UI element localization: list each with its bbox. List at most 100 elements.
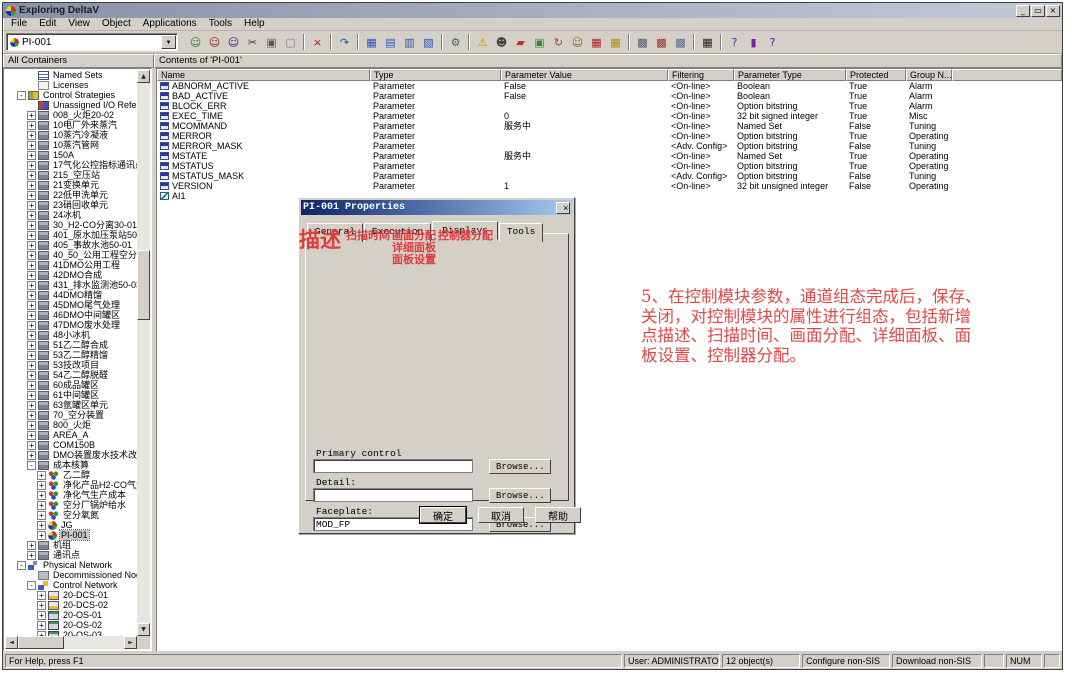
tree-item[interactable]: +53技改项目 — [5, 360, 137, 370]
expand-icon[interactable]: + — [27, 391, 36, 400]
menu-item-file[interactable]: File — [5, 18, 33, 30]
expand-icon[interactable]: + — [27, 201, 36, 210]
table-row[interactable]: AI1 — [157, 191, 1062, 201]
update-download-icon[interactable]: ⚙ — [446, 33, 465, 51]
tree-item[interactable]: +41DMO公用工程 — [5, 260, 137, 270]
expand-icon[interactable]: + — [27, 241, 36, 250]
table-row[interactable]: MCOMMANDParameter服务中<On-line>Named SetFa… — [157, 121, 1062, 131]
expand-icon[interactable]: + — [37, 471, 46, 480]
column-header-name[interactable]: Name — [157, 69, 370, 81]
table-row[interactable]: ABNORM_ACTIVEParameterFalse<On-line>Bool… — [157, 81, 1062, 91]
expand-icon[interactable]: + — [37, 621, 46, 630]
table-row[interactable]: MSTATUSParameter<On-line>Option bitstrin… — [157, 161, 1062, 171]
assign-icon[interactable]: ☺ — [224, 33, 243, 51]
details-view-icon[interactable]: ▧ — [419, 33, 438, 51]
table-row[interactable]: EXEC_TIMEParameter0<On-line>32 bit signe… — [157, 111, 1062, 121]
tree-item[interactable]: +净化产品H2-CO气生产 — [5, 480, 137, 490]
explorer-icon[interactable]: ☺ — [186, 33, 205, 51]
expand-icon[interactable]: + — [27, 451, 36, 460]
table-row[interactable]: VERSIONParameter1<On-line>32 bit unsigne… — [157, 181, 1062, 191]
expand-icon[interactable]: + — [27, 411, 36, 420]
expand-icon[interactable]: + — [37, 591, 46, 600]
ok-button[interactable]: 确定 — [420, 507, 466, 523]
tree-item[interactable]: +48小冰机 — [5, 330, 137, 340]
alarm-bell-icon[interactable]: ⚠ — [473, 33, 492, 51]
expand-icon[interactable]: + — [27, 321, 36, 330]
vertical-scroll-thumb[interactable] — [137, 250, 150, 320]
table-row[interactable]: BAD_ACTIVEParameterFalse<On-line>Boolean… — [157, 91, 1062, 101]
tree-item[interactable]: +23硝回收单元 — [5, 200, 137, 210]
tree-item[interactable]: +DMO装置废水技术改造 — [5, 450, 137, 460]
tree-item[interactable]: +431_排水监测池50-03 — [5, 280, 137, 290]
tree-item[interactable]: +40_50_公用工程空分部分 — [5, 250, 137, 260]
expand-icon[interactable]: + — [27, 301, 36, 310]
tree-item[interactable]: +24冰机 — [5, 210, 137, 220]
expand-icon[interactable]: + — [27, 121, 36, 130]
tree-item[interactable]: +20-OS-02 — [5, 620, 137, 630]
tree-item[interactable]: +47DMO废水处理 — [5, 320, 137, 330]
expand-icon[interactable]: + — [27, 131, 36, 140]
expand-icon[interactable]: + — [37, 611, 46, 620]
expand-icon[interactable]: + — [27, 331, 36, 340]
expand-icon[interactable]: + — [27, 181, 36, 190]
tree-horizontal-scrollbar[interactable]: ◄ ► — [5, 636, 137, 649]
tree-item[interactable]: -Control Network — [5, 580, 137, 590]
expand-icon[interactable]: + — [27, 551, 36, 560]
expand-icon[interactable]: + — [27, 261, 36, 270]
tree-item[interactable]: +30_H2-CO分离30-01 — [5, 220, 137, 230]
tree-item[interactable]: Decommissioned Nodes — [5, 570, 137, 580]
primary-control-input[interactable] — [313, 459, 473, 473]
minimize-button[interactable]: _ — [1016, 5, 1030, 17]
small-icons-view-icon[interactable]: ▤ — [381, 33, 400, 51]
expand-icon[interactable]: + — [27, 361, 36, 370]
batch-table-icon[interactable]: ▦ — [587, 33, 606, 51]
expand-icon[interactable]: + — [27, 541, 36, 550]
tree-item[interactable]: +60成品罐区 — [5, 380, 137, 390]
expand-icon[interactable]: + — [27, 111, 36, 120]
expand-icon[interactable]: + — [27, 291, 36, 300]
expand-icon[interactable]: + — [27, 171, 36, 180]
expand-icon[interactable]: + — [27, 351, 36, 360]
dialog-close-icon[interactable]: × — [556, 202, 570, 214]
menu-item-edit[interactable]: Edit — [33, 18, 62, 30]
column-header-parameter-value[interactable]: Parameter Value — [501, 69, 668, 81]
tab-execution[interactable]: Execution — [364, 223, 431, 242]
expand-icon[interactable]: + — [37, 601, 46, 610]
menu-item-object[interactable]: Object — [96, 18, 137, 30]
tree-item[interactable]: +44DMO精馏 — [5, 290, 137, 300]
expand-icon[interactable]: + — [27, 341, 36, 350]
menu-item-tools[interactable]: Tools — [203, 18, 238, 30]
help-icon[interactable]: ? — [725, 33, 744, 51]
tree-item[interactable]: +61中间罐区 — [5, 390, 137, 400]
tree-item[interactable]: +PI-001 — [5, 530, 137, 540]
expand-icon[interactable]: + — [27, 151, 36, 160]
tree-item[interactable]: +63氩罐区单元 — [5, 400, 137, 410]
detail-browse-button[interactable]: Browse... — [489, 488, 551, 503]
tree-item[interactable]: +215_空压站 — [5, 170, 137, 180]
scroll-left-icon[interactable]: ◄ — [5, 636, 18, 649]
eraser-icon[interactable]: ▰ — [511, 33, 530, 51]
column-header-protected[interactable]: Protected — [846, 69, 906, 81]
expand-icon[interactable]: + — [27, 281, 36, 290]
reload-icon[interactable]: ↻ — [549, 33, 568, 51]
tab-displays[interactable]: Displays — [432, 221, 498, 240]
scroll-up-icon[interactable]: ▲ — [137, 70, 150, 83]
tree-item[interactable]: -Control Strategies — [5, 90, 137, 100]
tree-item[interactable]: +70_空分装置 — [5, 410, 137, 420]
process-history-icon[interactable]: ▦ — [698, 33, 717, 51]
tree-item[interactable]: +008_火炬20-02 — [5, 110, 137, 120]
column-header-filtering[interactable]: Filtering — [668, 69, 734, 81]
large-icons-view-icon[interactable]: ▦ — [362, 33, 381, 51]
table-row[interactable]: BLOCK_ERRParameter<On-line>Option bitstr… — [157, 101, 1062, 111]
monitor-icon[interactable]: ▩ — [671, 33, 690, 51]
table-row[interactable]: MSTATEParameter服务中<On-line>Named SetTrue… — [157, 151, 1062, 161]
tree-item[interactable]: Unassigned I/O Reference — [5, 100, 137, 110]
tree-vertical-scrollbar[interactable]: ▲ ▼ — [137, 70, 150, 636]
expand-icon[interactable]: + — [27, 311, 36, 320]
paste-icon[interactable]: ▢ — [281, 33, 300, 51]
export-table-icon[interactable]: ▦ — [606, 33, 625, 51]
configure-icon[interactable]: ☺ — [205, 33, 224, 51]
expand-icon[interactable]: + — [37, 491, 46, 500]
tree-item[interactable]: +150A — [5, 150, 137, 160]
expand-icon[interactable]: + — [27, 221, 36, 230]
